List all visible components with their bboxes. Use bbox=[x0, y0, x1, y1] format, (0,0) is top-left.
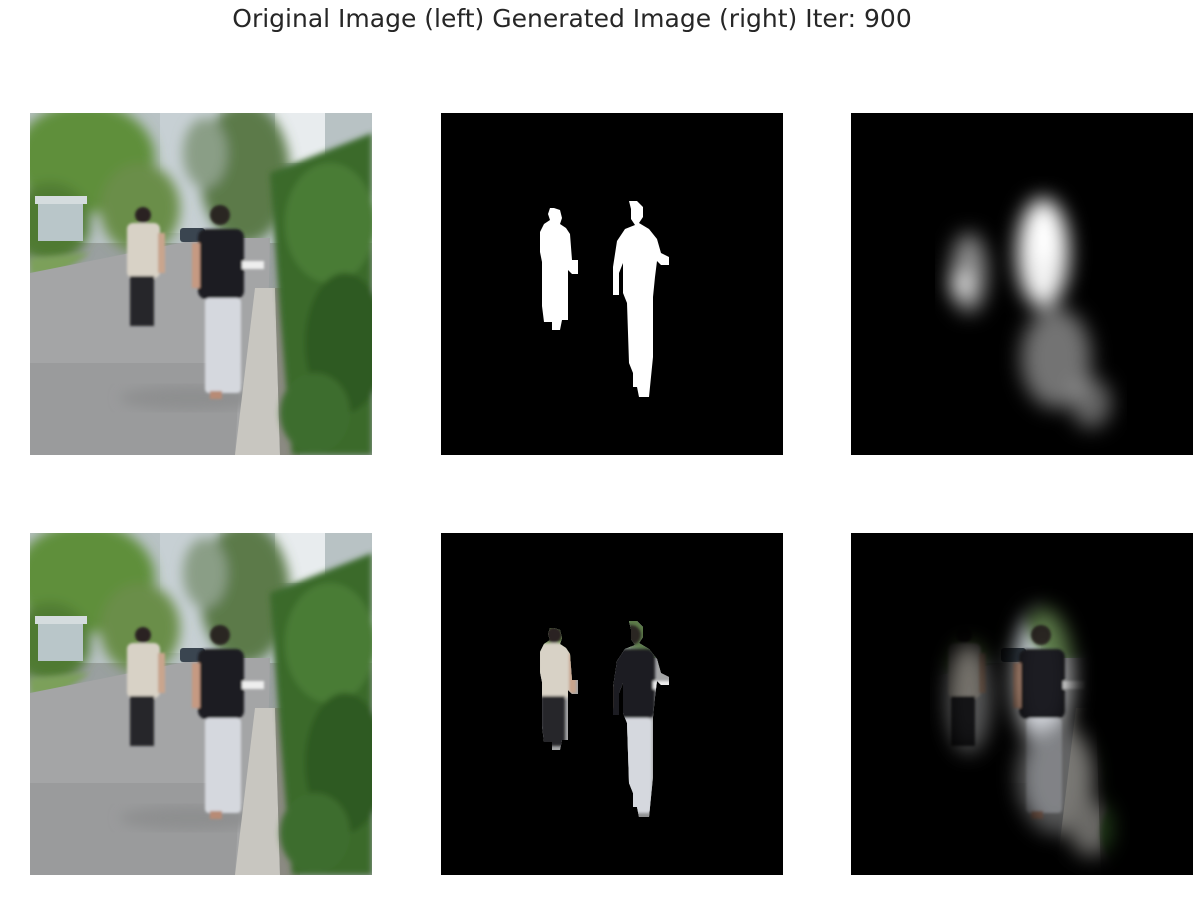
predicted-mask bbox=[851, 113, 1193, 455]
figure-title: Original Image (left) Generated Image (r… bbox=[232, 4, 912, 33]
ground-truth-mask bbox=[441, 113, 783, 455]
generated-masked-photo bbox=[851, 533, 1193, 875]
original-photo-row2 bbox=[30, 533, 372, 875]
masked-photo bbox=[441, 533, 783, 875]
original-photo-row1 bbox=[30, 113, 372, 455]
